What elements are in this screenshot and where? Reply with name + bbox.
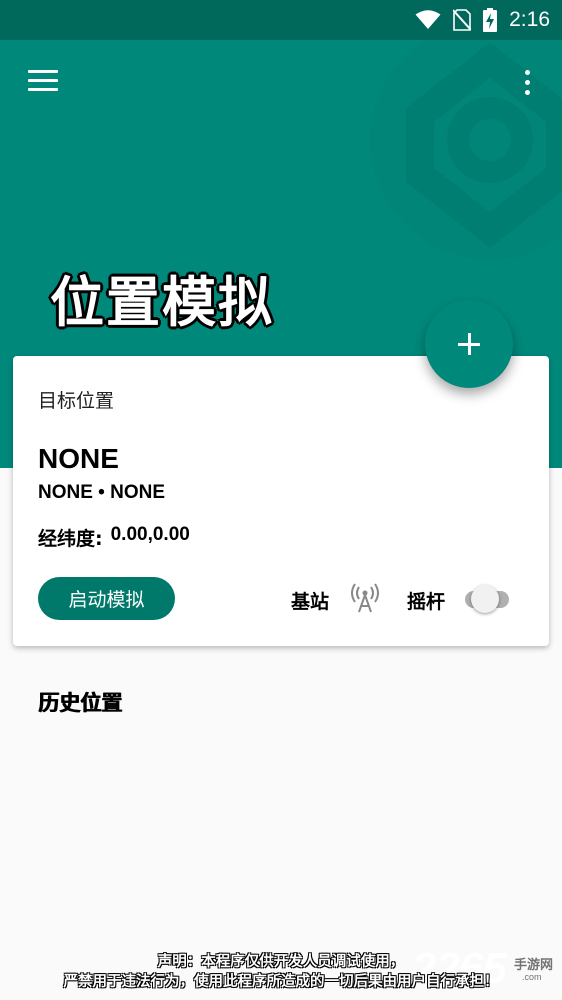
status-icons: 2:16 bbox=[415, 6, 550, 34]
battery-charging-icon bbox=[483, 8, 498, 32]
no-sim-icon bbox=[453, 9, 472, 31]
disclaimer-line-1: 声明：本程序仅供开发人员调试使用， bbox=[157, 954, 405, 970]
add-location-button[interactable] bbox=[425, 300, 513, 388]
disclaimer: 声明：本程序仅供开发人员调试使用， 严禁用于违法行为，使用此程序所造成的一切后果… bbox=[0, 952, 562, 992]
toggle-thumb bbox=[471, 585, 499, 613]
disclaimer-line-2: 严禁用于违法行为，使用此程序所造成的一切后果由用户自行承担！ bbox=[63, 974, 499, 990]
joystick-toggle[interactable] bbox=[457, 584, 511, 614]
coordinates: 经纬度: 0.00,0.00 bbox=[38, 524, 190, 551]
history-title: 历史位置 bbox=[38, 691, 122, 715]
joystick-label: 摇杆 bbox=[407, 591, 446, 613]
location-subtitle: NONE • NONE bbox=[38, 482, 165, 503]
status-time: 2:16 bbox=[509, 8, 550, 31]
page-title: 位置模拟 bbox=[50, 271, 274, 334]
card-label: 目标位置 bbox=[38, 390, 115, 412]
wifi-icon bbox=[415, 10, 441, 29]
coords-value: 0.00,0.00 bbox=[110, 524, 190, 545]
start-simulation-button[interactable]: 启动模拟 bbox=[38, 577, 175, 620]
target-location-card: 目标位置 NONE NONE • NONE 经纬度: 0.00,0.00 启动模… bbox=[13, 356, 549, 646]
coords-label: 经纬度: bbox=[38, 528, 103, 550]
more-vert-icon[interactable] bbox=[516, 68, 538, 98]
location-name: NONE bbox=[38, 443, 119, 474]
base-station-label: 基站 bbox=[291, 591, 330, 613]
antenna-icon[interactable] bbox=[350, 582, 380, 614]
status-bar: 2:16 bbox=[0, 0, 562, 40]
hamburger-menu-icon[interactable] bbox=[28, 70, 60, 94]
